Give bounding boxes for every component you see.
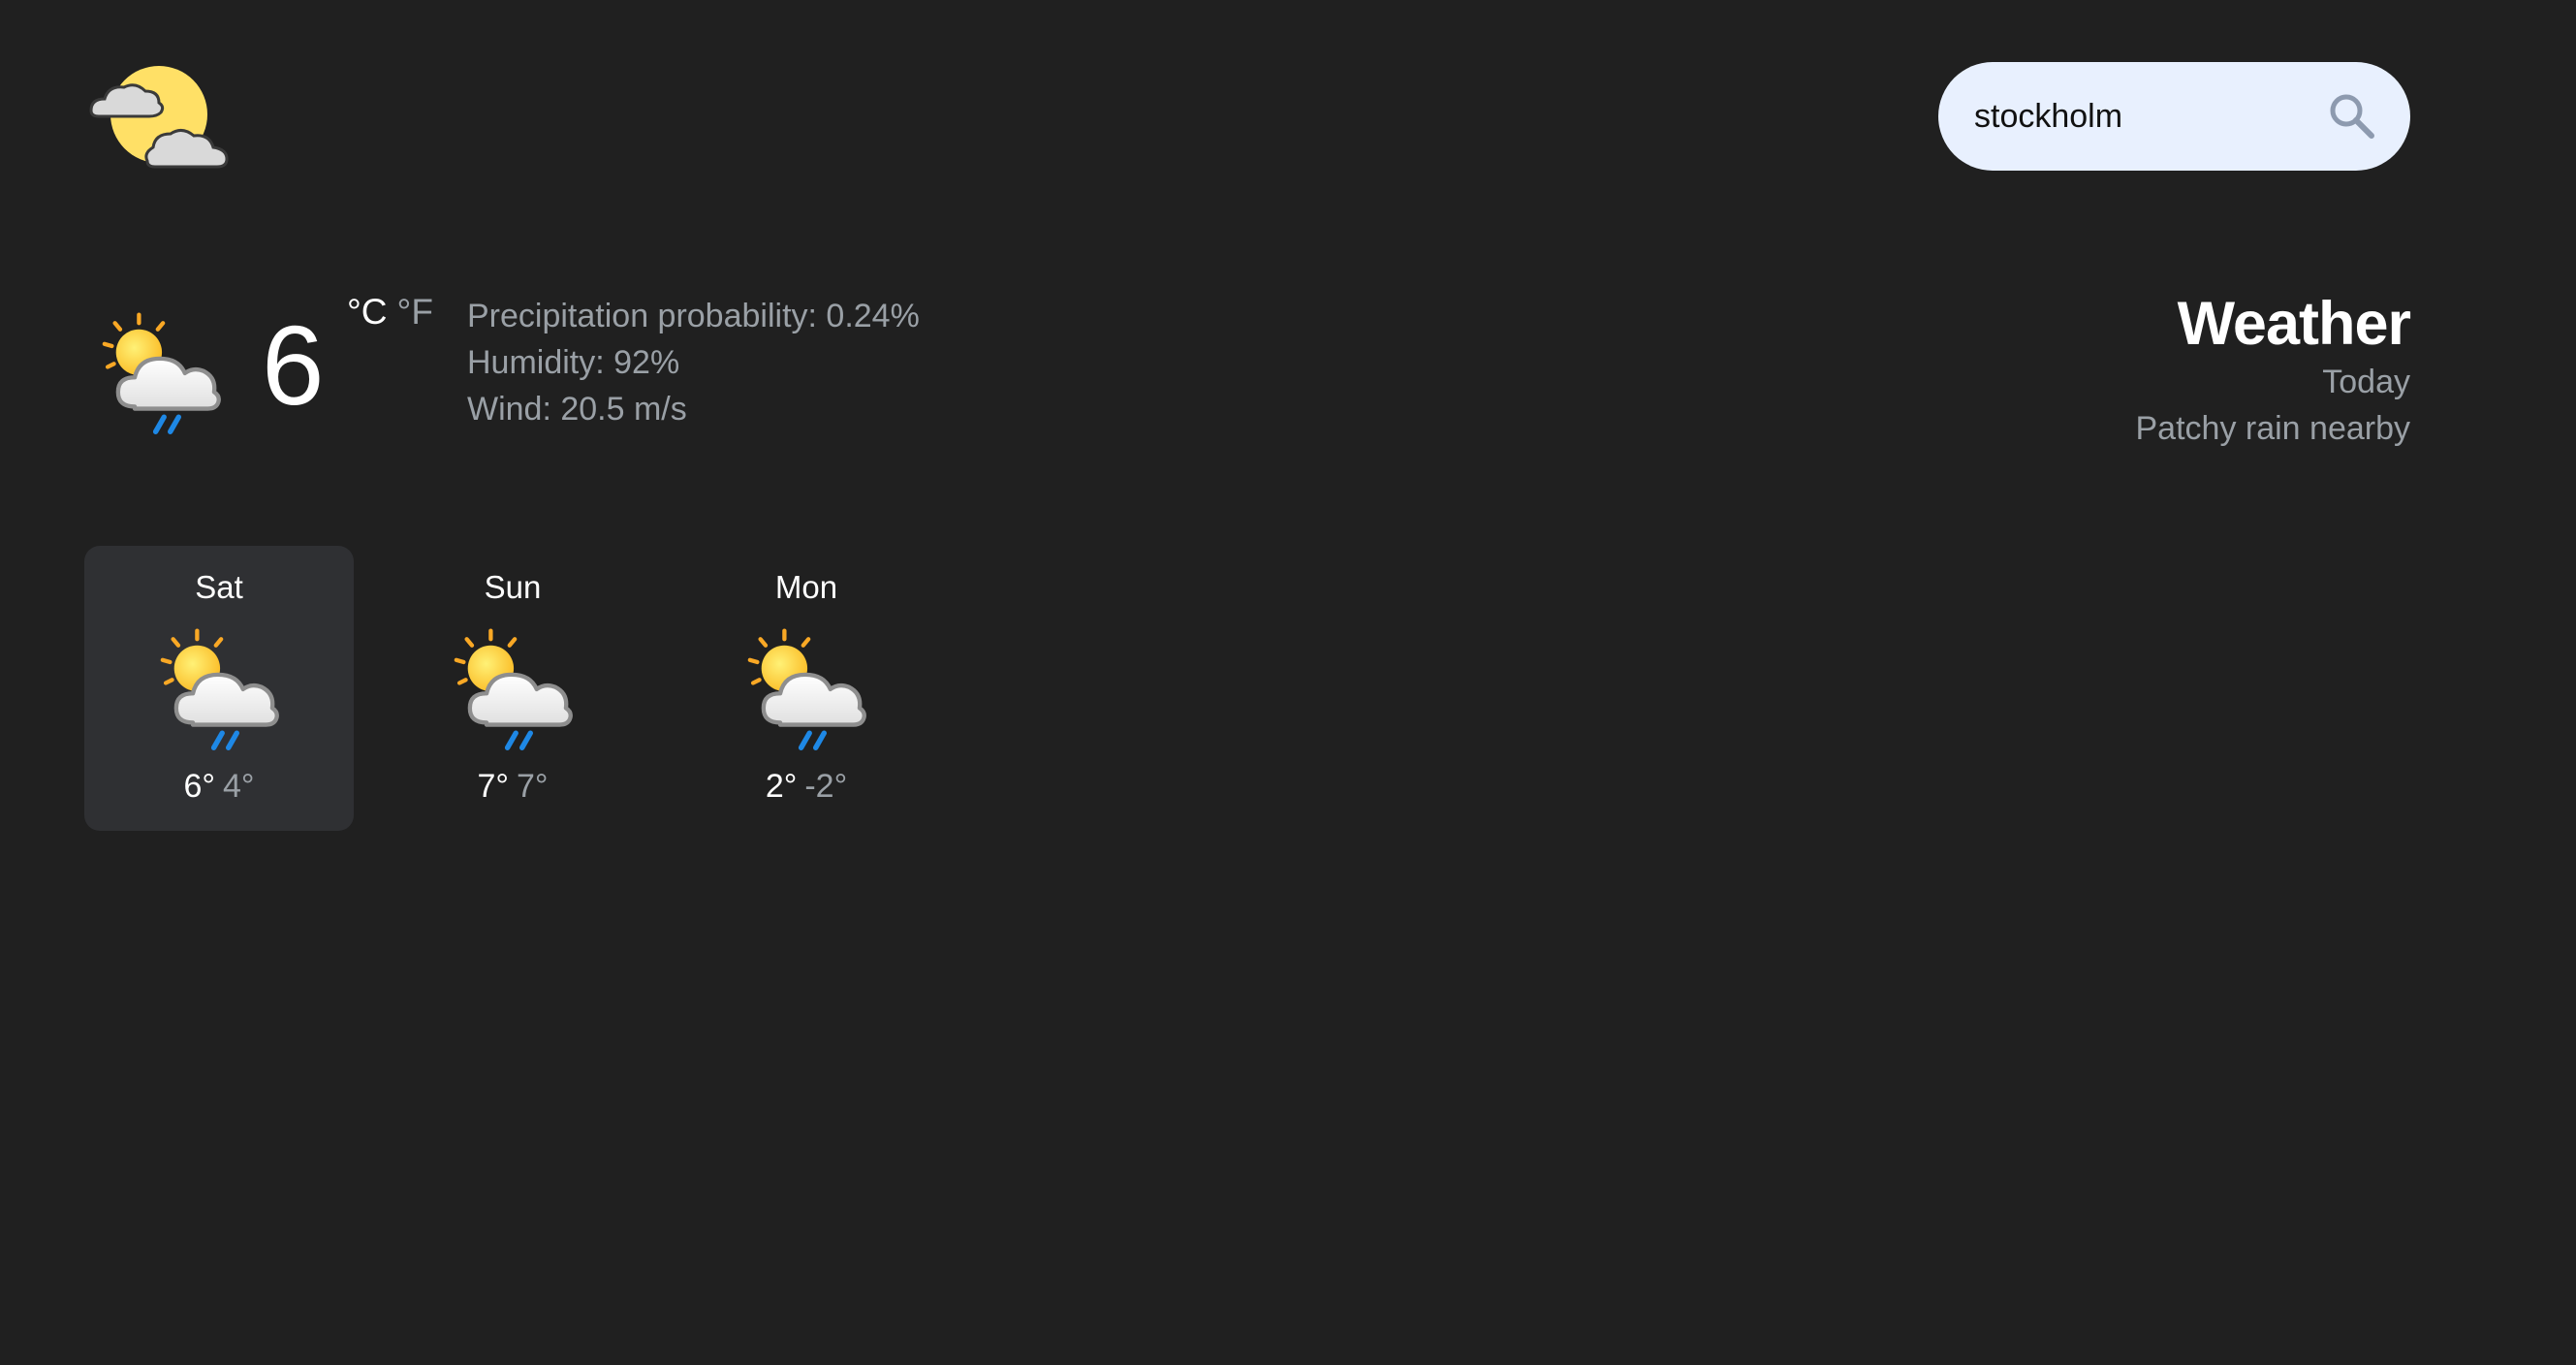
search-button[interactable] bbox=[2323, 87, 2381, 145]
fahrenheit-button[interactable]: °F bbox=[397, 292, 433, 332]
forecast-day-name: Mon bbox=[774, 569, 838, 605]
search-input[interactable] bbox=[1974, 97, 2323, 136]
humidity-text: Humidity: 92% bbox=[467, 344, 680, 381]
forecast-temps: 7° 7° bbox=[378, 767, 647, 806]
wind-text: Wind: 20.5 m/s bbox=[467, 391, 687, 428]
forecast-temps: 2° -2° bbox=[672, 767, 941, 806]
forecast-low: 4° bbox=[223, 768, 255, 805]
forecast-day-sat[interactable]: Sat 6° 4° bbox=[84, 546, 354, 831]
forecast-high: 6° bbox=[183, 768, 215, 805]
forecast-high: 2° bbox=[765, 768, 798, 805]
patchy-rain-icon bbox=[738, 624, 874, 755]
unit-toggle: °C °F bbox=[347, 289, 433, 335]
page-title: Weather bbox=[2177, 290, 2411, 358]
forecast-temps: 6° 4° bbox=[84, 767, 354, 806]
search-bar bbox=[1938, 62, 2410, 171]
weather-app: 6 °C°F Precipitation probability: 0.24% … bbox=[0, 0, 2576, 1365]
search-icon bbox=[2330, 94, 2374, 139]
celsius-button[interactable]: °C bbox=[347, 292, 388, 332]
forecast-day-name: Sun bbox=[484, 569, 542, 605]
day-label: Today bbox=[2322, 364, 2410, 400]
weather-details: Precipitation probability: 0.24% Humidit… bbox=[467, 293, 920, 432]
weather-summary: Weather Today Patchy rain nearby bbox=[2136, 289, 2411, 452]
current-temperature: 6 bbox=[262, 302, 325, 429]
forecast-low: 7° bbox=[517, 768, 549, 805]
patchy-rain-icon bbox=[93, 308, 229, 439]
forecast-day-sun[interactable]: Sun 7° 7° bbox=[378, 546, 647, 831]
forecast-list: Sat 6° 4° Sun 7° 7° Mon 2° -2° bbox=[84, 546, 965, 831]
forecast-high: 7° bbox=[477, 768, 509, 805]
app-logo-icon bbox=[83, 60, 238, 175]
forecast-day-name: Sat bbox=[195, 569, 243, 605]
precipitation-text: Precipitation probability: 0.24% bbox=[467, 298, 920, 334]
forecast-low: -2° bbox=[804, 768, 848, 805]
condition-text: Patchy rain nearby bbox=[2135, 410, 2411, 447]
forecast-day-mon[interactable]: Mon 2° -2° bbox=[672, 546, 941, 831]
patchy-rain-icon bbox=[445, 624, 581, 755]
patchy-rain-icon bbox=[151, 624, 287, 755]
